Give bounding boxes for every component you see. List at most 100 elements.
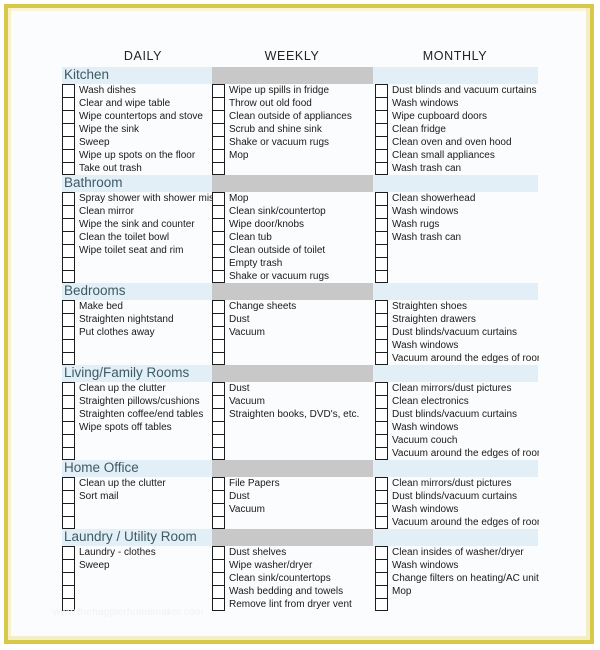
task-checkbox[interactable]: [212, 447, 225, 460]
task-checkbox[interactable]: [212, 149, 225, 162]
task-checkbox[interactable]: [375, 192, 388, 205]
task-checkbox[interactable]: [375, 300, 388, 313]
task-checkbox[interactable]: [62, 244, 75, 257]
task-checkbox[interactable]: [375, 408, 388, 421]
task-checkbox[interactable]: [375, 313, 388, 326]
task-checkbox[interactable]: [375, 382, 388, 395]
task-checkbox[interactable]: [375, 546, 388, 559]
task-checkbox[interactable]: [375, 123, 388, 136]
task-checkbox[interactable]: [375, 326, 388, 339]
task-checkbox[interactable]: [62, 326, 75, 339]
task-checkbox[interactable]: [375, 244, 388, 257]
task-checkbox[interactable]: [62, 585, 75, 598]
task-checkbox[interactable]: [62, 408, 75, 421]
task-checkbox[interactable]: [62, 149, 75, 162]
section-columns: Laundry - clothes Sweep Dust shelves Wipe w…: [11, 546, 586, 611]
task-checkbox[interactable]: [375, 503, 388, 516]
task-checkbox[interactable]: [62, 477, 75, 490]
task-checkbox[interactable]: [212, 313, 225, 326]
task-checkbox[interactable]: [62, 110, 75, 123]
task-checkbox[interactable]: [212, 257, 225, 270]
task-checkbox[interactable]: [62, 218, 75, 231]
task-checkbox[interactable]: [212, 205, 225, 218]
task-checkbox[interactable]: [212, 546, 225, 559]
task-checkbox[interactable]: [375, 585, 388, 598]
task-checkbox[interactable]: [375, 136, 388, 149]
task-checkbox[interactable]: [375, 339, 388, 352]
task-checkbox[interactable]: [62, 300, 75, 313]
task-checkbox[interactable]: [375, 559, 388, 572]
task-checkbox[interactable]: [375, 572, 388, 585]
task-checkbox[interactable]: [375, 257, 388, 270]
task-checkbox[interactable]: [212, 572, 225, 585]
task-checkbox[interactable]: [62, 313, 75, 326]
task-checkbox[interactable]: [212, 490, 225, 503]
task-checkbox[interactable]: [212, 84, 225, 97]
task-checkbox[interactable]: [212, 339, 225, 352]
task-checkbox[interactable]: [375, 162, 388, 175]
task-checkbox[interactable]: [212, 162, 225, 175]
task-checkbox[interactable]: [62, 434, 75, 447]
task-checkbox[interactable]: [212, 136, 225, 149]
task-checkbox[interactable]: [212, 421, 225, 434]
task-checkbox[interactable]: [375, 395, 388, 408]
task-checkbox[interactable]: [62, 546, 75, 559]
task-checkbox[interactable]: [212, 598, 225, 611]
task-checkbox[interactable]: [62, 84, 75, 97]
task-checkbox[interactable]: [212, 110, 225, 123]
task-checkbox[interactable]: [62, 136, 75, 149]
task-checkbox[interactable]: [375, 205, 388, 218]
task-checkbox[interactable]: [212, 395, 225, 408]
task-checkbox[interactable]: [212, 585, 225, 598]
task-checkbox[interactable]: [212, 244, 225, 257]
task-checkbox[interactable]: [212, 97, 225, 110]
task-checkbox[interactable]: [375, 477, 388, 490]
task-checkbox[interactable]: [62, 339, 75, 352]
task-checkbox[interactable]: [62, 382, 75, 395]
task-checkbox[interactable]: [375, 110, 388, 123]
task-checkbox[interactable]: [62, 257, 75, 270]
task-checkbox[interactable]: [212, 326, 225, 339]
task-checkbox[interactable]: [212, 270, 225, 283]
task-checkbox[interactable]: [62, 559, 75, 572]
task-checkbox[interactable]: [62, 503, 75, 516]
task-checkbox[interactable]: [62, 490, 75, 503]
task-checkbox[interactable]: [375, 352, 388, 365]
task-checkbox[interactable]: [212, 559, 225, 572]
task-checkbox[interactable]: [62, 572, 75, 585]
task-checkbox[interactable]: [375, 84, 388, 97]
task-checkbox[interactable]: [375, 218, 388, 231]
task-checkbox[interactable]: [212, 434, 225, 447]
task-checkbox[interactable]: [62, 123, 75, 136]
task-checkbox[interactable]: [212, 352, 225, 365]
checklist-row: Clean fridge: [375, 123, 539, 136]
section-column-daily: Wash dishes Clear and wipe table Wipe coun…: [62, 84, 212, 175]
task-checkbox[interactable]: [375, 97, 388, 110]
task-checkbox[interactable]: [212, 192, 225, 205]
task-checkbox[interactable]: [375, 447, 388, 460]
task-checkbox[interactable]: [375, 270, 388, 283]
task-checkbox[interactable]: [62, 97, 75, 110]
task-checkbox[interactable]: [62, 192, 75, 205]
task-checkbox[interactable]: [212, 477, 225, 490]
task-checkbox[interactable]: [375, 490, 388, 503]
task-checkbox[interactable]: [212, 218, 225, 231]
section-columns: Clean up the clutter Straighten pillows/c…: [11, 382, 586, 460]
task-checkbox[interactable]: [375, 231, 388, 244]
task-checkbox[interactable]: [212, 300, 225, 313]
task-checkbox[interactable]: [212, 408, 225, 421]
task-checkbox[interactable]: [212, 231, 225, 244]
task-checkbox[interactable]: [62, 231, 75, 244]
task-checkbox[interactable]: [62, 395, 75, 408]
task-checkbox[interactable]: [212, 382, 225, 395]
task-checkbox[interactable]: [212, 516, 225, 529]
task-checkbox[interactable]: [375, 598, 388, 611]
task-checkbox[interactable]: [62, 421, 75, 434]
task-checkbox[interactable]: [375, 149, 388, 162]
task-checkbox[interactable]: [62, 205, 75, 218]
task-checkbox[interactable]: [212, 503, 225, 516]
task-checkbox[interactable]: [375, 421, 388, 434]
task-checkbox[interactable]: [375, 516, 388, 529]
task-checkbox[interactable]: [212, 123, 225, 136]
task-checkbox[interactable]: [375, 434, 388, 447]
